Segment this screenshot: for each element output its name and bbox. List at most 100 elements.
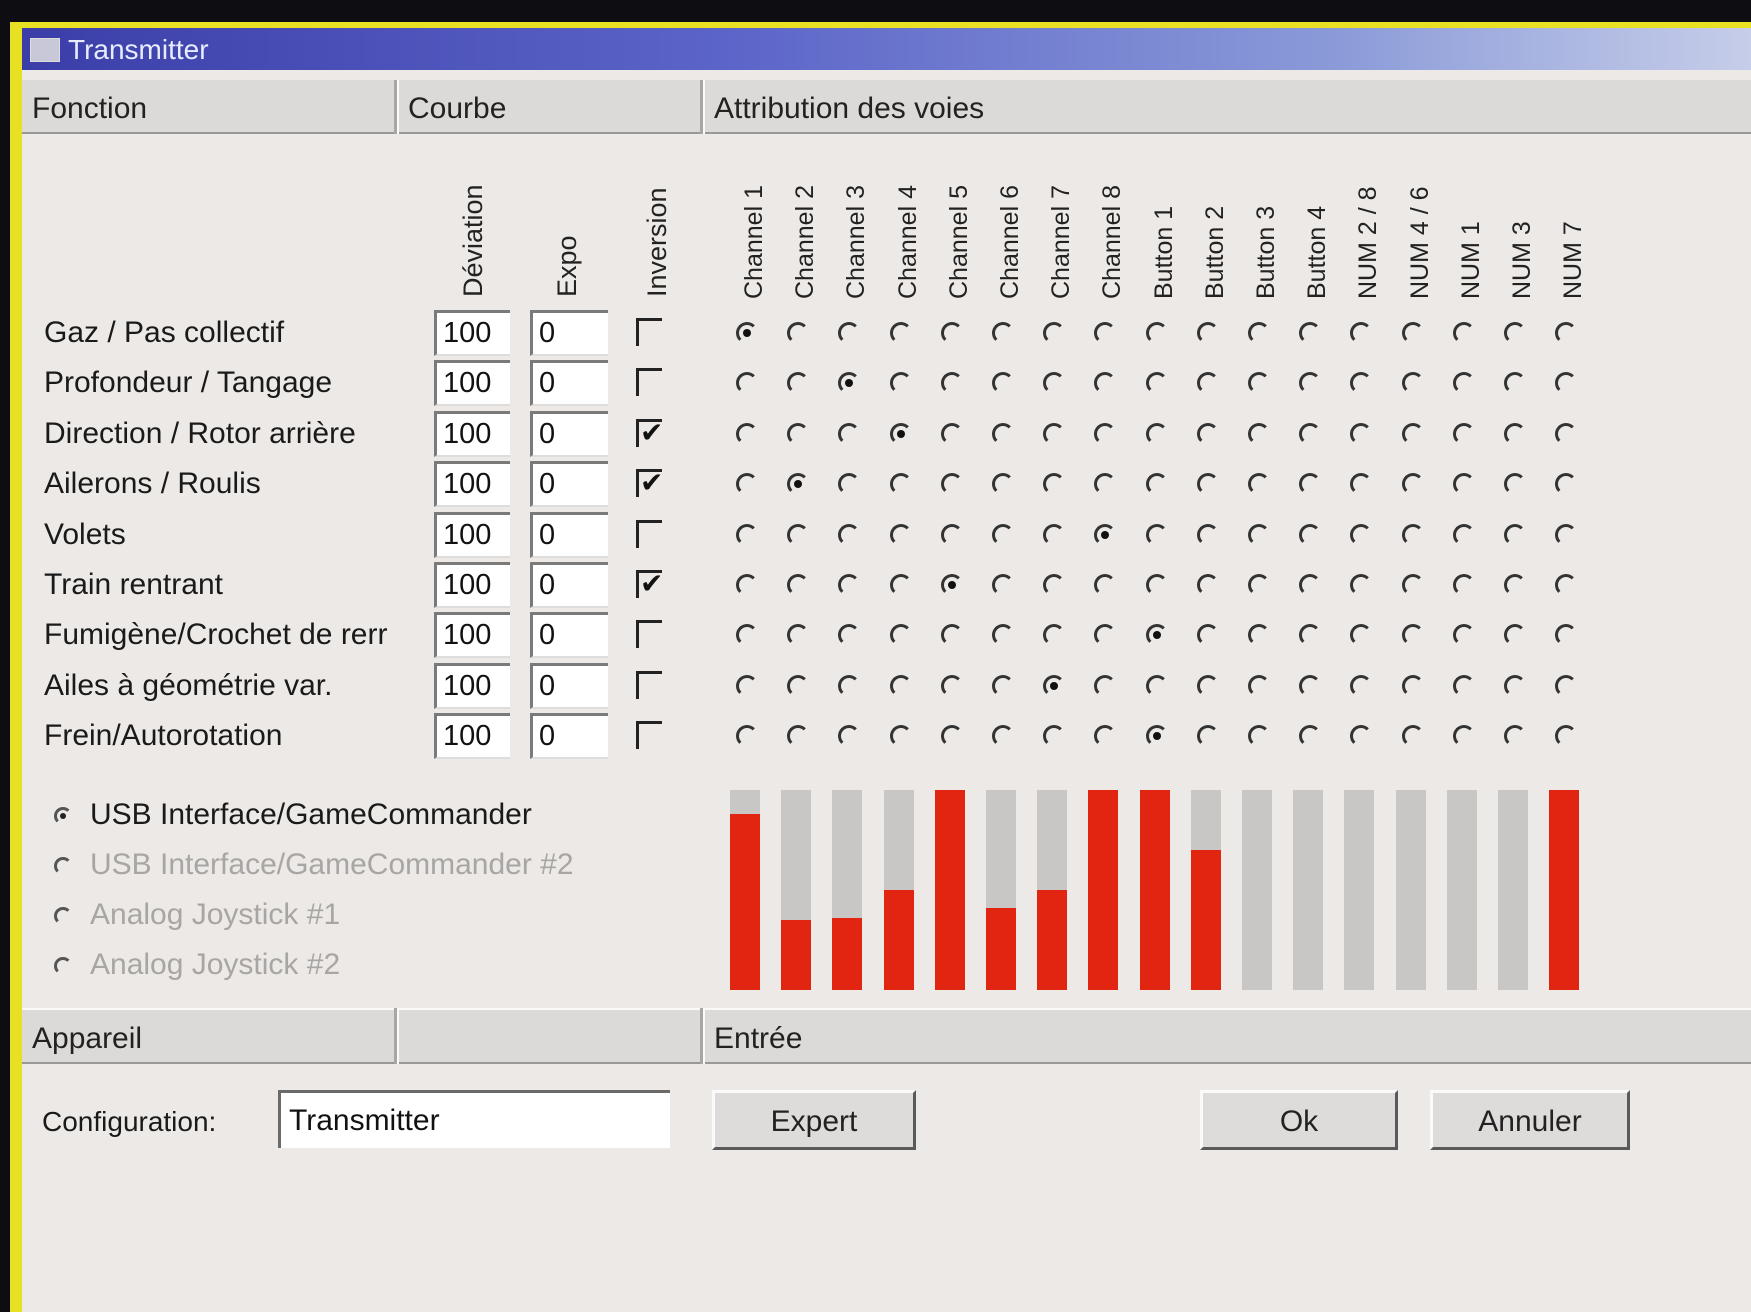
- channel-radio[interactable]: [1196, 624, 1219, 647]
- channel-radio[interactable]: [992, 725, 1014, 748]
- channel-radio[interactable]: [1248, 322, 1270, 344]
- channel-radio[interactable]: [736, 523, 758, 546]
- channel-radio[interactable]: [1299, 473, 1322, 496]
- channel-radio[interactable]: [736, 674, 758, 697]
- channel-radio[interactable]: [889, 574, 912, 596]
- device-option[interactable]: Analog Joystick #2: [54, 948, 340, 982]
- channel-radio[interactable]: [992, 322, 1014, 344]
- channel-radio[interactable]: [1196, 473, 1219, 496]
- expo-input[interactable]: 0: [530, 360, 608, 407]
- channel-radio[interactable]: [787, 322, 810, 344]
- channel-radio[interactable]: [1196, 725, 1219, 748]
- channel-radio[interactable]: [992, 674, 1014, 697]
- channel-radio[interactable]: [1043, 624, 1066, 647]
- channel-radio[interactable]: [1452, 322, 1475, 344]
- channel-radio[interactable]: [940, 322, 963, 344]
- expo-input[interactable]: 0: [530, 310, 608, 356]
- channel-radio[interactable]: [1401, 574, 1424, 596]
- inversion-checkbox[interactable]: [636, 318, 662, 346]
- channel-radio[interactable]: [1350, 473, 1373, 496]
- channel-radio[interactable]: [1504, 473, 1526, 496]
- channel-radio[interactable]: [787, 422, 810, 445]
- channel-radio[interactable]: [1504, 372, 1526, 395]
- channel-radio[interactable]: [1555, 523, 1578, 546]
- expo-input[interactable]: 0: [530, 612, 608, 659]
- device-radio[interactable]: [54, 807, 72, 826]
- channel-radio[interactable]: [889, 422, 912, 445]
- device-option[interactable]: USB Interface/GameCommander #2: [54, 848, 574, 882]
- device-radio[interactable]: [54, 907, 72, 926]
- device-option[interactable]: Analog Joystick #1: [54, 898, 340, 932]
- channel-radio[interactable]: [1401, 624, 1424, 647]
- channel-radio[interactable]: [1350, 372, 1373, 395]
- channel-radio[interactable]: [1350, 422, 1373, 445]
- channel-radio[interactable]: [1248, 422, 1270, 445]
- channel-radio[interactable]: [1401, 473, 1424, 496]
- channel-radio[interactable]: [889, 322, 912, 344]
- channel-radio[interactable]: [1452, 624, 1475, 647]
- configuration-input[interactable]: [278, 1090, 670, 1148]
- channel-radio[interactable]: [940, 574, 963, 596]
- ok-button[interactable]: Ok: [1200, 1090, 1398, 1150]
- channel-radio[interactable]: [1504, 422, 1526, 445]
- channel-radio[interactable]: [1401, 725, 1424, 748]
- expo-input[interactable]: 0: [530, 410, 608, 457]
- channel-radio[interactable]: [1504, 674, 1526, 697]
- channel-radio[interactable]: [1504, 523, 1526, 546]
- channel-radio[interactable]: [838, 372, 861, 395]
- channel-radio[interactable]: [1401, 322, 1424, 344]
- channel-radio[interactable]: [889, 725, 912, 748]
- channel-radio[interactable]: [1248, 523, 1270, 546]
- channel-radio[interactable]: [1452, 422, 1475, 445]
- channel-radio[interactable]: [838, 624, 861, 647]
- channel-radio[interactable]: [838, 473, 861, 496]
- channel-radio[interactable]: [1504, 624, 1526, 647]
- inversion-checkbox[interactable]: ✔: [636, 418, 663, 447]
- channel-radio[interactable]: [1350, 523, 1373, 546]
- channel-radio[interactable]: [940, 523, 963, 546]
- channel-radio[interactable]: [1299, 725, 1322, 748]
- channel-radio[interactable]: [1196, 523, 1219, 546]
- channel-radio[interactable]: [1145, 624, 1168, 647]
- channel-radio[interactable]: [1196, 422, 1219, 445]
- deviation-input[interactable]: 100: [434, 713, 510, 760]
- inversion-checkbox[interactable]: [636, 519, 662, 548]
- channel-radio[interactable]: [889, 674, 912, 697]
- channel-radio[interactable]: [1555, 422, 1578, 445]
- channel-radio[interactable]: [1401, 674, 1424, 697]
- channel-radio[interactable]: [736, 372, 758, 395]
- channel-radio[interactable]: [838, 523, 861, 546]
- channel-radio[interactable]: [1043, 372, 1066, 395]
- expert-button[interactable]: Expert: [712, 1090, 916, 1150]
- channel-radio[interactable]: [1145, 725, 1168, 748]
- channel-radio[interactable]: [838, 674, 861, 697]
- channel-radio[interactable]: [1350, 624, 1373, 647]
- channel-radio[interactable]: [1350, 322, 1373, 344]
- channel-radio[interactable]: [992, 473, 1014, 496]
- channel-radio[interactable]: [736, 574, 758, 596]
- channel-radio[interactable]: [1555, 473, 1578, 496]
- channel-radio[interactable]: [1248, 725, 1270, 748]
- channel-radio[interactable]: [1094, 473, 1117, 496]
- channel-radio[interactable]: [787, 473, 810, 496]
- channel-radio[interactable]: [736, 725, 758, 748]
- channel-radio[interactable]: [1555, 574, 1578, 596]
- channel-radio[interactable]: [736, 624, 758, 647]
- channel-radio[interactable]: [1248, 372, 1270, 395]
- channel-radio[interactable]: [1196, 372, 1219, 395]
- channel-radio[interactable]: [992, 523, 1014, 546]
- channel-radio[interactable]: [1299, 674, 1322, 697]
- channel-radio[interactable]: [1299, 624, 1322, 647]
- channel-radio[interactable]: [1043, 422, 1066, 445]
- channel-radio[interactable]: [1145, 372, 1168, 395]
- expo-input[interactable]: 0: [530, 562, 608, 608]
- channel-radio[interactable]: [1452, 725, 1475, 748]
- channel-radio[interactable]: [1043, 725, 1066, 748]
- channel-radio[interactable]: [1043, 523, 1066, 546]
- channel-radio[interactable]: [1094, 523, 1117, 546]
- device-option[interactable]: USB Interface/GameCommander: [54, 798, 532, 832]
- deviation-input[interactable]: 100: [434, 310, 510, 356]
- device-radio[interactable]: [54, 857, 72, 876]
- channel-radio[interactable]: [1555, 725, 1578, 748]
- channel-radio[interactable]: [992, 624, 1014, 647]
